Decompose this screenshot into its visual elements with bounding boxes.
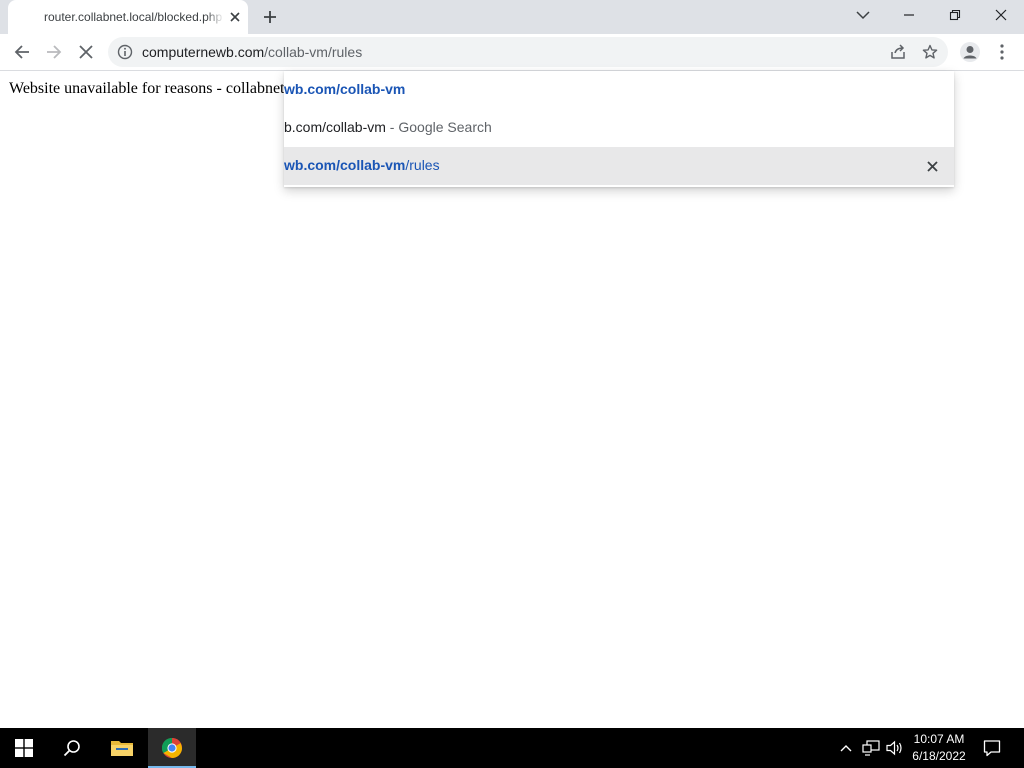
suggestion-separator: - [385, 119, 399, 135]
address-path: /collab-vm/rules [264, 44, 363, 60]
minimize-icon [904, 14, 914, 16]
omnibox-suggestions: wb.com/collab-vm b.com/collab-vm - Googl… [284, 71, 954, 187]
forward-arrow-icon [47, 45, 62, 59]
taskbar-clock[interactable]: 10:07 AM 6/18/2022 [904, 731, 974, 765]
tab-close-icon[interactable] [226, 8, 244, 26]
chevron-down-icon [856, 11, 870, 20]
restore-button[interactable] [932, 0, 978, 30]
suggestion-url-bold: wb.com/collab-vm [284, 81, 406, 97]
start-button[interactable] [0, 728, 48, 768]
share-icon [891, 44, 905, 59]
taskbar: 10:07 AM 6/18/2022 [0, 728, 1024, 768]
action-center-icon[interactable] [982, 738, 1002, 758]
suggestion-item-selected[interactable]: wb.com/collab-vm/rules [284, 147, 954, 185]
suggestion-item-url[interactable]: wb.com/collab-vm [284, 71, 954, 109]
folder-icon [111, 741, 133, 756]
suggestion-search-suffix: Google Search [398, 119, 492, 135]
blocked-message: Website unavailable for reasons - collab… [9, 80, 285, 97]
close-icon [995, 9, 1007, 21]
suggestion-item-search[interactable]: b.com/collab-vm - Google Search [284, 109, 954, 147]
suggestion-url-bold: wb.com/collab-vm [284, 157, 406, 173]
tab-strip: router.collabnet.local/blocked.php [0, 0, 1024, 34]
chrome-icon [162, 738, 182, 758]
browser-tab[interactable]: router.collabnet.local/blocked.php [8, 0, 248, 34]
remove-suggestion-icon[interactable] [924, 158, 940, 174]
address-host: computernewb.com [142, 44, 265, 60]
star-icon [922, 44, 938, 59]
search-icon [63, 740, 80, 757]
stop-icon [79, 45, 93, 59]
stop-loading-button[interactable] [72, 38, 100, 66]
restore-icon [949, 9, 961, 21]
clock-date: 6/18/2022 [912, 749, 966, 763]
profile-button[interactable] [956, 38, 984, 66]
browser-toolbar: computernewb.com/collab-vm/rules [0, 34, 1024, 71]
site-info-icon[interactable] [117, 44, 133, 60]
kebab-menu-icon [1000, 44, 1004, 60]
speaker-icon [886, 740, 902, 756]
close-window-button[interactable] [978, 0, 1024, 30]
chrome-taskbar-button[interactable] [148, 728, 196, 768]
profile-icon [960, 42, 980, 62]
tab-title: router.collabnet.local/blocked.php [44, 10, 224, 26]
search-button[interactable] [48, 728, 96, 768]
windows-start-icon [15, 739, 33, 757]
browser-menu-button[interactable] [988, 38, 1016, 66]
network-icon[interactable] [861, 738, 881, 758]
clock-time: 10:07 AM [913, 732, 965, 746]
back-button[interactable] [8, 38, 36, 66]
notification-icon [983, 740, 1001, 757]
tray-overflow-icon[interactable] [836, 738, 856, 758]
new-tab-button[interactable] [258, 5, 282, 29]
share-button[interactable] [884, 38, 912, 66]
chevron-up-icon [840, 745, 852, 752]
forward-button[interactable] [40, 38, 68, 66]
address-bar[interactable]: computernewb.com/collab-vm/rules [108, 37, 948, 67]
plus-icon [264, 11, 276, 23]
back-arrow-icon [14, 45, 29, 59]
volume-icon[interactable] [885, 738, 905, 758]
minimize-button[interactable] [886, 0, 932, 30]
tab-search-button[interactable] [840, 0, 886, 30]
bookmark-button[interactable] [916, 38, 944, 66]
file-explorer-button[interactable] [98, 728, 146, 768]
suggestion-url-rest: /rules [405, 157, 440, 173]
suggestion-search-text: b.com/collab-vm [284, 119, 386, 135]
address-text[interactable]: computernewb.com/collab-vm/rules [142, 44, 362, 60]
